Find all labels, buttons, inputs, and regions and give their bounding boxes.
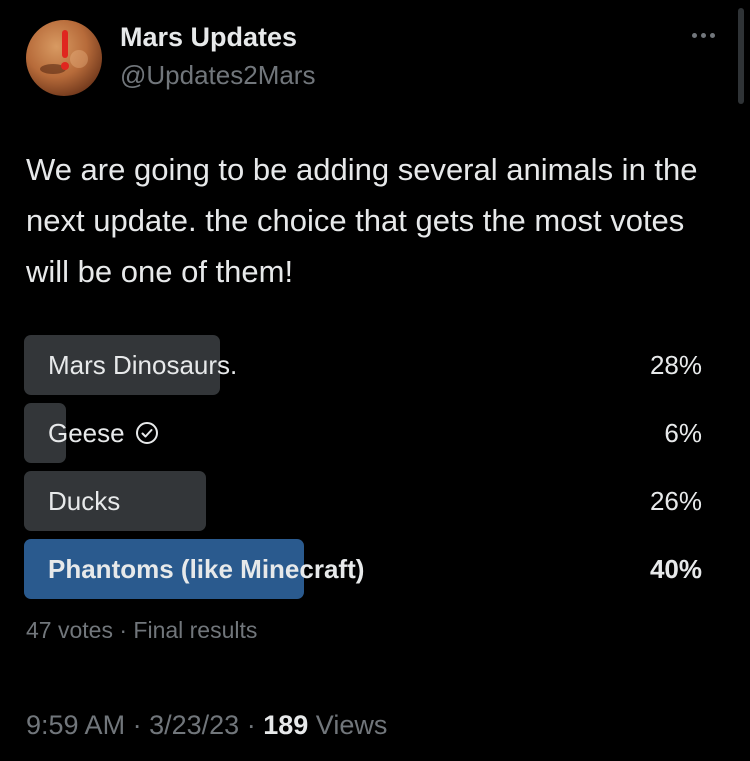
poll-votes: 47 votes (26, 617, 113, 643)
poll-option-percent: 40% (649, 554, 702, 584)
poll-status: Final results (133, 617, 258, 643)
poll-option-percent: 6% (664, 418, 702, 448)
check-circle-icon (135, 422, 158, 444)
poll-option-label: Geese (48, 418, 125, 448)
views-label[interactable]: Views (316, 710, 388, 740)
poll-option-percent: 26% (649, 486, 702, 516)
poll-option: Geese 6% (24, 403, 702, 463)
poll-option-percent: 28% (649, 350, 702, 380)
scrollbar[interactable] (738, 8, 744, 104)
poll-option: Ducks 26% (24, 471, 702, 531)
tweet-time[interactable]: 9:59 AM (26, 710, 125, 740)
separator: · (246, 710, 256, 740)
avatar[interactable] (26, 20, 102, 96)
more-options-icon[interactable] (692, 28, 722, 42)
exclamation-icon (59, 30, 71, 70)
poll-option-label: Phantoms (like Minecraft) (48, 554, 365, 584)
poll-option-label: Ducks (48, 486, 121, 516)
author-handle[interactable]: @Updates2Mars (120, 60, 315, 91)
author-display-name[interactable]: Mars Updates (120, 22, 297, 53)
tweet-text: We are going to be adding several animal… (26, 152, 698, 289)
poll-option-winner: Phantoms (like Minecraft) 40% (24, 539, 702, 599)
separator: · (119, 617, 128, 643)
tweet-date[interactable]: 3/23/23 (149, 710, 239, 740)
views-count[interactable]: 189 (263, 710, 308, 740)
avatar-highlight (70, 50, 88, 68)
poll-option: Mars Dinosaurs. 28% (24, 335, 702, 395)
poll-summary: 47 votes · Final results (26, 617, 257, 644)
poll-option-label: Mars Dinosaurs. (48, 350, 238, 380)
separator: · (132, 710, 142, 740)
poll: Mars Dinosaurs. 28% Geese 6% Ducks 26% P… (24, 335, 702, 607)
tweet-timestamp: 9:59 AM · 3/23/23 · 189 Views (26, 710, 387, 741)
